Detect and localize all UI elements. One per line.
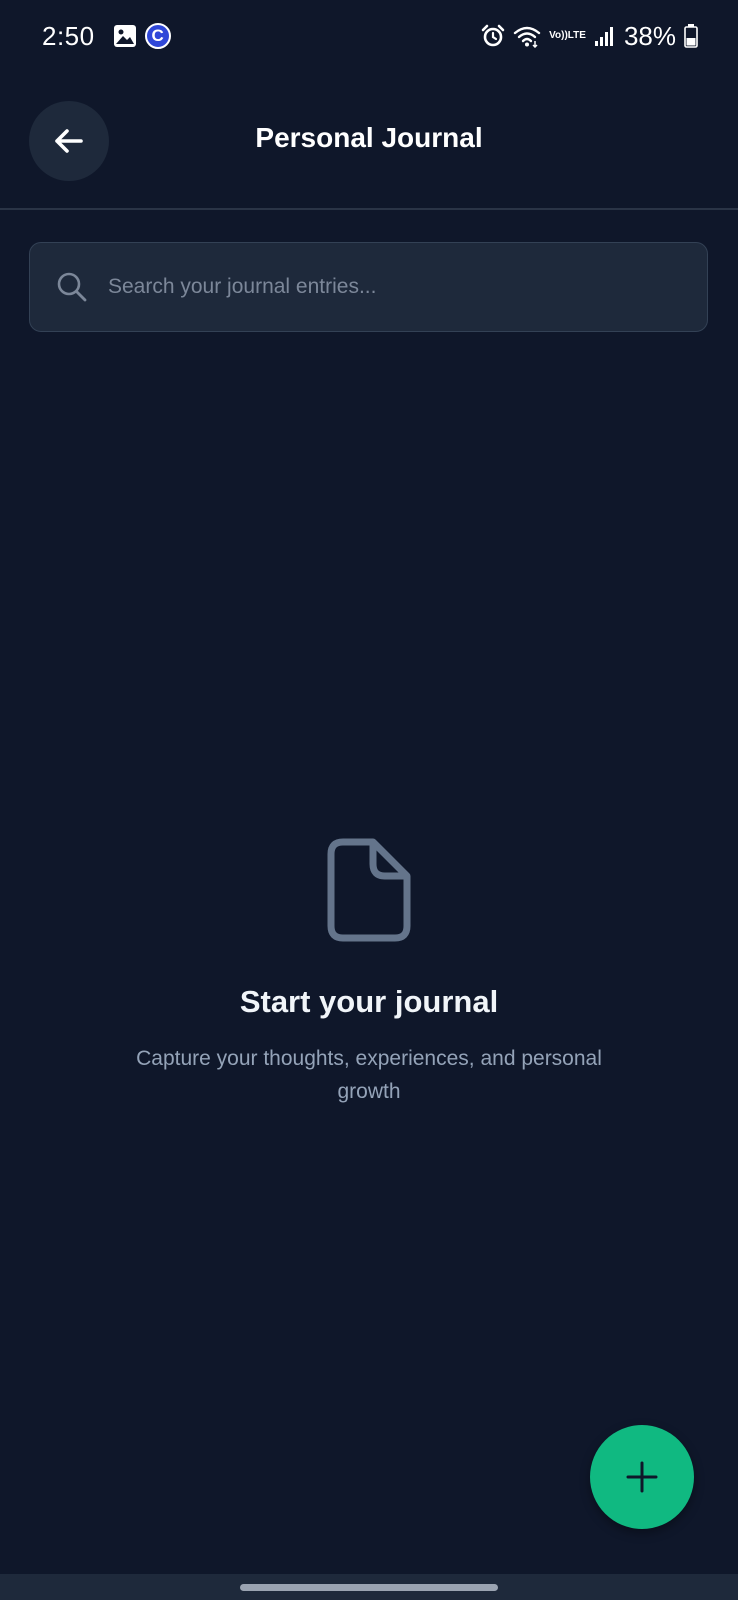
volte-indicator: Vo)) LTE bbox=[549, 31, 586, 41]
search-input[interactable] bbox=[108, 243, 707, 331]
status-time: 2:50 bbox=[42, 20, 95, 51]
status-bar: 2:50 C Vo)) LTE 38% bbox=[0, 0, 738, 72]
home-indicator[interactable] bbox=[240, 1583, 498, 1591]
add-entry-button[interactable] bbox=[590, 1425, 694, 1529]
battery-icon bbox=[684, 24, 698, 48]
status-right: Vo)) LTE 38% bbox=[473, 21, 698, 52]
status-left: 2:50 C bbox=[42, 21, 171, 52]
battery-percent: 38% bbox=[623, 20, 676, 51]
system-nav-bar bbox=[0, 1574, 738, 1600]
wifi-icon bbox=[513, 24, 541, 48]
gallery-icon bbox=[113, 24, 137, 48]
empty-state-title: Start your journal bbox=[239, 984, 499, 1019]
page-title: Personal Journal bbox=[255, 122, 483, 153]
search-icon bbox=[56, 271, 88, 303]
app-notification-badge: C bbox=[144, 23, 171, 49]
search-bar[interactable] bbox=[29, 242, 708, 332]
plus-icon bbox=[625, 1460, 659, 1494]
signal-icon bbox=[594, 25, 616, 47]
app-header: Personal Journal bbox=[0, 72, 738, 210]
empty-state: Start your journal Capture your thoughts… bbox=[0, 838, 738, 1108]
document-icon bbox=[327, 838, 411, 942]
volte-label: Vo)) bbox=[549, 30, 568, 41]
empty-state-description: Capture your thoughts, experiences, and … bbox=[136, 1047, 602, 1103]
app-notification-icon: C bbox=[144, 23, 171, 49]
journal-screen: 2:50 C Vo)) LTE 38% Personal Journal Sea… bbox=[0, 0, 738, 1600]
alarm-icon bbox=[481, 24, 505, 48]
lte-label: LTE bbox=[567, 30, 586, 41]
